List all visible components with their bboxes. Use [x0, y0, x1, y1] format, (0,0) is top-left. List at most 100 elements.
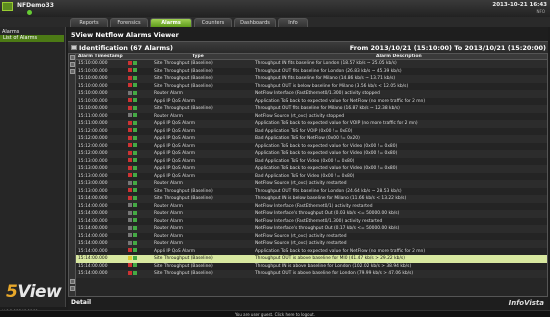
green-status-icon — [133, 225, 137, 230]
alarm-type: Router Alarm — [154, 211, 183, 216]
grey-status-icon — [128, 113, 132, 117]
red-status-icon — [128, 195, 132, 200]
tab-forensics[interactable]: Forensics — [110, 18, 148, 27]
red-status-icon — [128, 150, 132, 155]
nfo-label: NFO — [536, 9, 545, 14]
table-row[interactable]: 15:13:00.000 Appli IP QoS Alarm Applicatio… — [76, 165, 547, 173]
table-row[interactable]: 15:12:00.000 Appli IP QoS Alarm Bad Applic… — [76, 127, 547, 135]
tab-info[interactable]: Info — [278, 18, 308, 27]
alarm-timestamp: 15:14:00.000 — [78, 218, 108, 224]
table-row[interactable]: 15:12:00.000 Appli IP QoS Alarm Applicatio… — [76, 142, 547, 150]
alarm-type: Appli IP QoS Alarm — [154, 128, 195, 134]
table-row[interactable]: 15:14:00.000 Router Alarm NetFlow Source (… — [76, 240, 547, 248]
alarm-timestamp: 15:12:00.000 — [78, 143, 108, 149]
red-status-icon — [128, 248, 132, 252]
alarm-description: NetFlow Interface (FastEthernet0/1.300) … — [255, 91, 380, 96]
alarm-timestamp: 15:12:00.000 — [78, 128, 108, 134]
table-row[interactable]: 15:10:00.000 Site Throughput (Baseline) Th… — [76, 82, 547, 90]
alarm-status-icons — [128, 203, 148, 211]
user-link[interactable]: guest — [261, 312, 272, 317]
alarm-description: Throughput IN is above baseline for Lond… — [255, 263, 412, 269]
alarm-timestamp: 15:14:00.000 — [78, 226, 108, 231]
alarm-timestamp: 15:14:00.000 — [78, 241, 108, 246]
table-row[interactable]: 15:14:00.000 Router Alarm NetFlow Source (… — [76, 232, 547, 240]
alarm-description: Throughput IN is below baseline for Mila… — [255, 196, 407, 201]
tab-reports[interactable]: Reports — [70, 18, 108, 27]
table-row[interactable]: 15:10:00.000 Router Alarm NetFlow Interfac… — [76, 90, 547, 98]
table-row[interactable]: 15:10:00.000 Site Throughput (Baseline) Th… — [76, 60, 547, 68]
table-row[interactable]: 15:13:00.000 Router Alarm NetFlow Source (… — [76, 180, 547, 188]
green-status-icon — [133, 165, 137, 170]
table-row[interactable]: 15:14:00.000 Appli IP QoS Alarm Applicatio… — [76, 247, 547, 255]
table-row[interactable]: 15:13:00.000 Appli IP QoS Alarm Bad Applic… — [76, 157, 547, 165]
table-row[interactable]: 15:10:00.000 Appli IP QoS Alarm Applicatio… — [76, 97, 547, 106]
table-row[interactable]: 15:10:00.000 Site Throughput (Baseline) Th… — [76, 67, 547, 75]
prev-page-icon[interactable] — [70, 69, 75, 74]
tab-dashboards[interactable]: Dashboards — [234, 18, 276, 27]
table-row[interactable]: 15:11:00.000 Router Alarm NetFlow Source (… — [76, 112, 547, 120]
grey-status-icon — [128, 233, 132, 237]
alarm-type: Router Alarm — [154, 113, 183, 119]
alarm-timestamp: 15:13:00.000 — [78, 181, 108, 186]
next-page-icon[interactable] — [70, 279, 75, 284]
green-status-icon — [133, 270, 137, 275]
alarm-timestamp: 15:14:00.000 — [78, 233, 108, 239]
tab-alarms[interactable]: Alarms — [150, 18, 192, 27]
table-row[interactable]: 15:14:00.000 Site Throughput (Baseline) Th… — [76, 255, 547, 263]
top-bar: NFDemo33 2013-10-21 16:43 NFO — [0, 0, 550, 17]
alarm-type: Appli IP QoS Alarm — [154, 151, 195, 156]
table-row[interactable]: 15:14:00.000 Router Alarm NetFlow Interfac… — [76, 210, 547, 218]
alarm-type: Router Alarm — [154, 218, 183, 224]
alarm-status-icons — [128, 180, 148, 188]
tab-bar: Reports Forensics Alarms Counters Dashbo… — [0, 17, 550, 27]
green-status-icon — [133, 113, 137, 117]
grey-status-icon — [128, 90, 132, 95]
table-row[interactable]: 15:12:00.000 Appli IP QoS Alarm Applicatio… — [76, 150, 547, 158]
green-status-icon — [133, 188, 137, 192]
sidebar: Alarms List of Alarms 5View — [0, 27, 66, 307]
table-row[interactable]: 15:13:00.000 Site Throughput (Baseline) Th… — [76, 187, 547, 196]
table-row[interactable]: 15:14:00.000 Router Alarm NetFlow Interfac… — [76, 202, 547, 211]
alarm-description: Application ToS back to expected value f… — [255, 151, 398, 156]
table-row[interactable]: 15:13:00.000 Appli IP QoS Alarm Bad Applic… — [76, 172, 547, 180]
alarm-description: Throughput OUT is above baseline for MI0… — [255, 256, 405, 261]
brand-logo: 5View — [6, 282, 62, 302]
green-status-icon — [133, 210, 137, 215]
table-row[interactable]: 15:10:00.000 Site Throughput (Baseline) Th… — [76, 105, 547, 113]
grey-status-icon — [128, 210, 132, 215]
alarm-timestamp: 15:10:00.000 — [78, 83, 108, 89]
red-status-icon — [128, 135, 132, 140]
table-gutter — [69, 54, 76, 296]
alarm-description: Throughput OUT fits baseline for London … — [255, 188, 402, 194]
alarm-status-icons — [128, 98, 148, 106]
table-row[interactable]: 15:14:00.000 Site Throughput (Baseline) Th… — [76, 270, 547, 278]
alarm-description: NetFlow Interface's throughput Out (0.03… — [255, 211, 400, 216]
alarm-status-icons — [128, 225, 148, 233]
green-status-icon — [133, 83, 137, 87]
alarm-timestamp: 15:10:00.000 — [78, 91, 108, 96]
last-page-icon[interactable] — [70, 286, 75, 291]
alarm-description: Application ToS back to expected value f… — [255, 98, 426, 104]
expand-icon[interactable] — [70, 55, 75, 60]
alarm-type: Appli IP QoS Alarm — [154, 143, 195, 149]
table-row[interactable]: 15:14:00.000 Site Throughput (Baseline) Th… — [76, 195, 547, 203]
tab-counters[interactable]: Counters — [194, 18, 232, 27]
table-row[interactable]: 15:12:00.000 Appli IP QoS Alarm Bad Applic… — [76, 135, 547, 143]
table-row[interactable]: 15:10:00.000 Site Throughput (Baseline) Th… — [76, 75, 547, 83]
alarm-description: NetFlow Source (rt_ovc) activity stopped — [255, 113, 345, 119]
viewer-title: 5View Netflow Alarms Viewer — [71, 31, 179, 39]
table-row[interactable]: 15:14:00.000 Site Throughput (Baseline) Th… — [76, 262, 547, 270]
table-row[interactable]: 15:11:00.000 Appli IP QoS Alarm Applicatio… — [76, 120, 547, 128]
brand-logo-prefix: 5 — [6, 282, 18, 302]
red-status-icon — [128, 60, 132, 65]
alarm-timestamp: 15:14:00.000 — [78, 203, 108, 209]
sidebar-item-list-of-alarms[interactable]: List of Alarms — [0, 35, 64, 42]
table-row[interactable]: 15:14:00.000 Router Alarm NetFlow Interfac… — [76, 217, 547, 225]
green-status-icon — [133, 218, 137, 222]
first-page-icon[interactable] — [70, 62, 75, 67]
alarm-status-icons — [128, 188, 148, 196]
table-row[interactable]: 15:14:00.000 Router Alarm NetFlow Interfac… — [76, 225, 547, 233]
alarm-type: Site Throughput (Baseline) — [154, 106, 213, 111]
alarm-type: Site Throughput (Baseline) — [154, 271, 213, 276]
alarm-description: Application ToS back to expected value f… — [255, 143, 398, 149]
